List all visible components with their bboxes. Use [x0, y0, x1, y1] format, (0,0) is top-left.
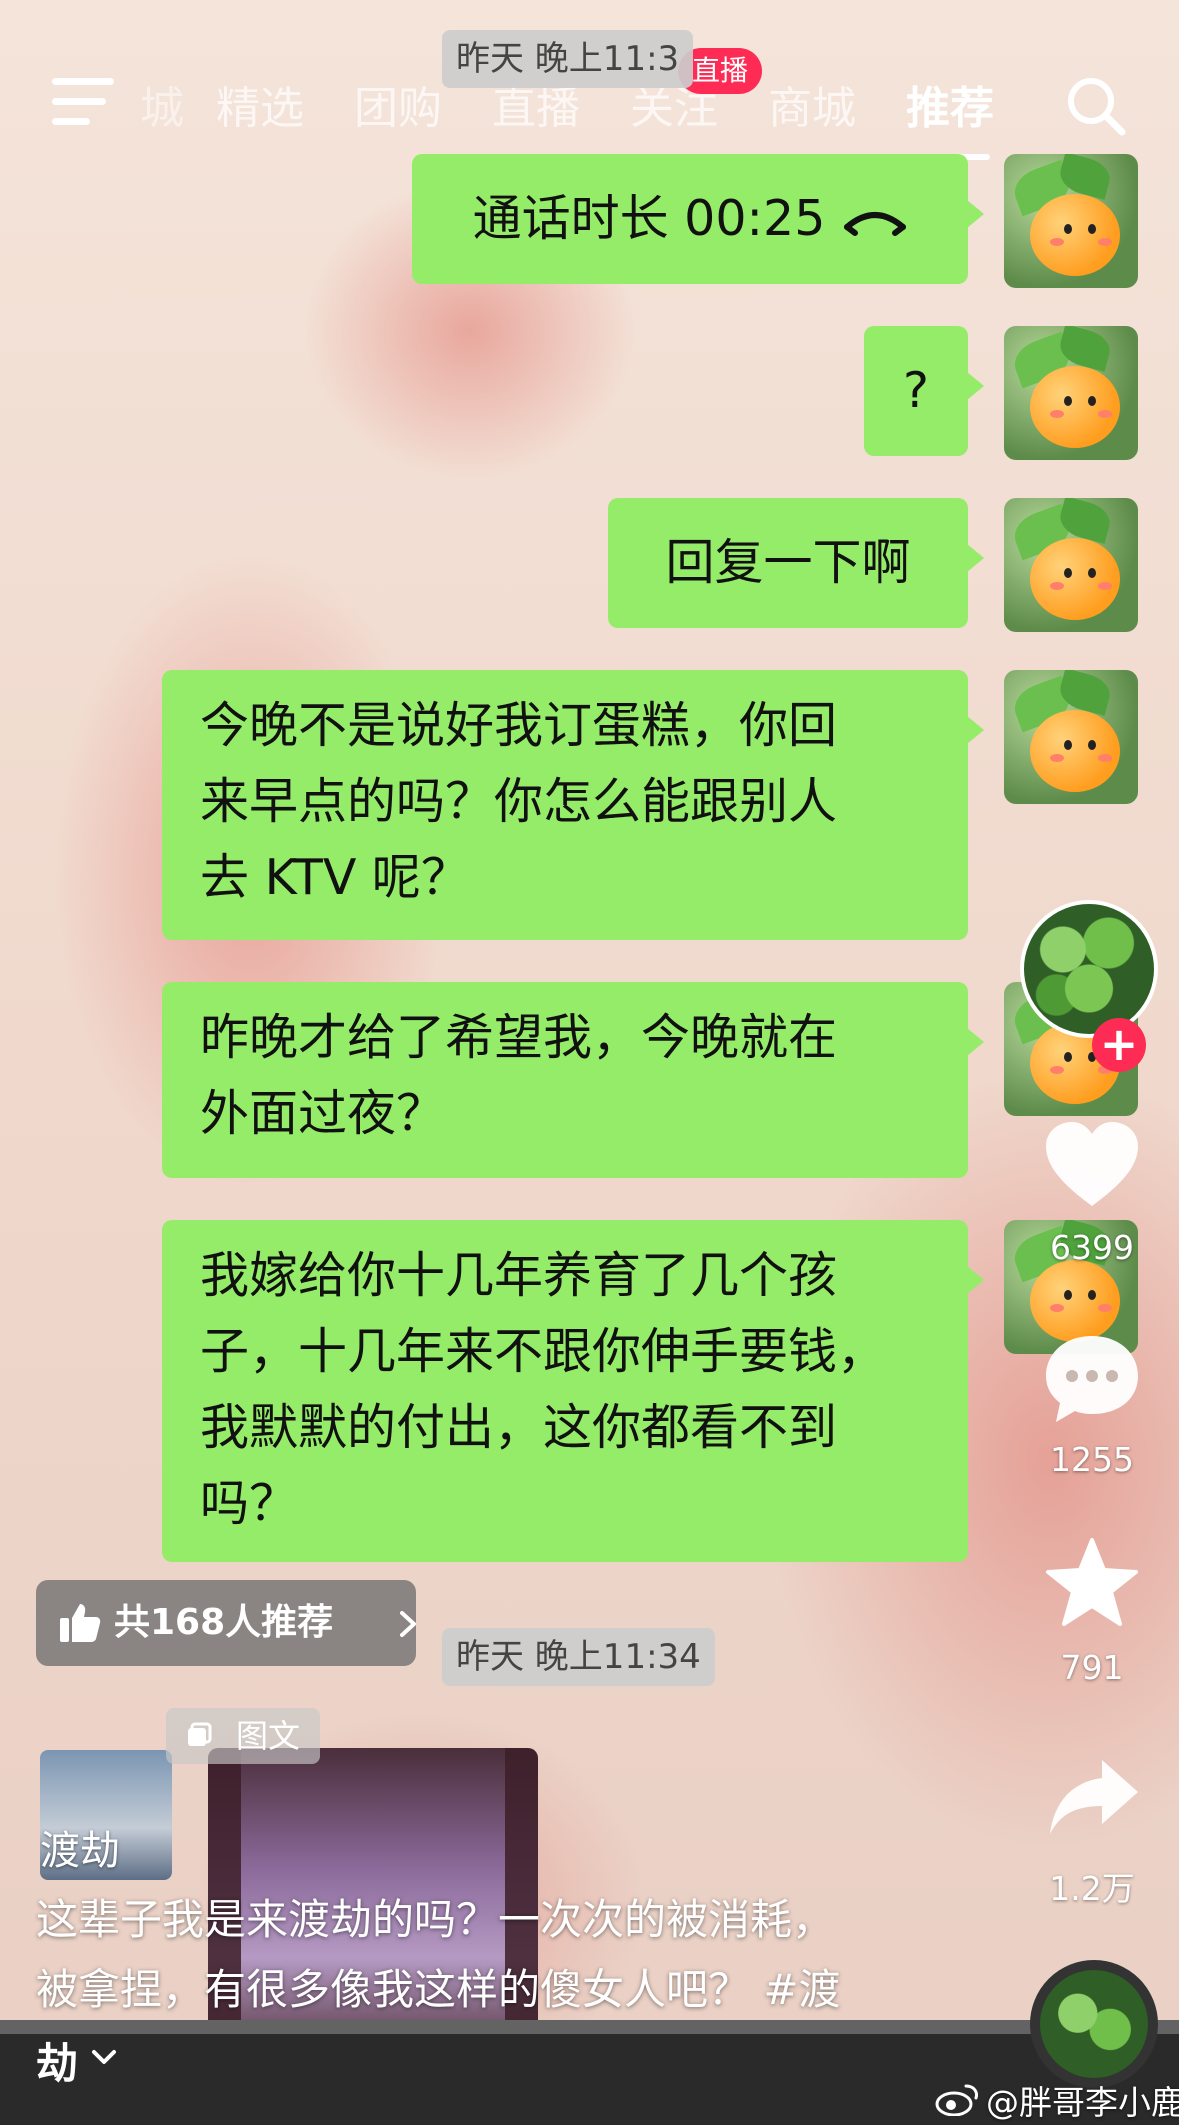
chevron-down-icon[interactable]: [90, 2048, 118, 2068]
heart-icon[interactable]: [1042, 1120, 1142, 1210]
share-count: 1.2万: [1049, 1869, 1135, 1908]
avatar[interactable]: [1004, 154, 1138, 288]
tab-mall[interactable]: 商城: [768, 72, 856, 136]
recommend-button[interactable]: 共168人推荐: [36, 1580, 416, 1666]
menu-icon[interactable]: [52, 78, 114, 126]
favorite-count: 791: [1060, 1648, 1124, 1687]
follow-button[interactable]: +: [1092, 1018, 1146, 1072]
message-line: 我嫁给你十几年养育了几个孩: [200, 1247, 838, 1304]
tab-featured[interactable]: 精选: [216, 72, 304, 136]
like-count: 6399: [1050, 1228, 1134, 1267]
message-line: 来早点的吗？你怎么能跟别人: [200, 773, 838, 830]
thumb-up-icon: [60, 1604, 101, 1642]
tag-label: 图文: [236, 1717, 301, 1755]
weibo-icon: [935, 2084, 978, 2116]
message-text: ?: [902, 362, 929, 419]
avatar[interactable]: [1004, 498, 1138, 632]
share-icon[interactable]: [1046, 1754, 1142, 1838]
tab-partial[interactable]: 城: [140, 72, 184, 136]
comment-icon[interactable]: [1040, 1330, 1144, 1426]
tab-recommend[interactable]: 推荐: [906, 72, 994, 136]
comment-count: 1255: [1050, 1440, 1134, 1479]
caption-line: 这辈子我是来渡劫的吗？一次次的被消耗，: [36, 1895, 835, 1944]
message-line: 子，十几年来不跟你伸手要钱，: [200, 1323, 887, 1380]
avatar[interactable]: [1004, 326, 1138, 460]
call-duration-text: 通话时长 00:25: [472, 190, 826, 247]
message-bubble[interactable]: 今晚不是说好我订蛋糕，你回 来早点的吗？你怎么能跟别人 去 KTV 呢？: [162, 670, 984, 940]
message-line: 今晚不是说好我订蛋糕，你回: [200, 697, 838, 754]
timestamp-top: 昨天 晚上11:3: [442, 30, 694, 88]
message-line: 昨晚才给了希望我，今晚就在: [200, 1009, 838, 1066]
hangup-icon: [844, 212, 907, 236]
search-icon[interactable]: [1064, 74, 1128, 138]
chevron-right-icon: [400, 1611, 416, 1637]
avatar[interactable]: [1004, 670, 1138, 804]
message-bubble[interactable]: ?: [864, 326, 984, 456]
call-record-bubble[interactable]: 通话时长 00:25: [412, 154, 984, 284]
timestamp-bottom: 昨天 晚上11:34: [442, 1628, 715, 1686]
message-bubble[interactable]: 回复一下啊: [608, 498, 984, 628]
message-text: 回复一下啊: [665, 534, 911, 591]
divider: [0, 2020, 1179, 2034]
message-bubble[interactable]: 昨晚才给了希望我，今晚就在 外面过夜？: [162, 982, 984, 1178]
image-text-tag: 图文: [166, 1708, 320, 1764]
thumbnail-label: 渡劫: [40, 1828, 120, 1874]
caption-line[interactable]: 被拿捏，有很多像我这样的傻女人吧？ #渡: [36, 1956, 916, 2017]
recommend-count: 共168人推荐: [114, 1602, 334, 1643]
thumbnail-card[interactable]: 渡劫: [40, 1750, 172, 1880]
message-bubble[interactable]: 我嫁给你十几年养育了几个孩 子，十几年来不跟你伸手要钱， 我默默的付出，这你都看…: [162, 1220, 984, 1562]
caption-continuation[interactable]: 劫: [36, 2030, 78, 2091]
message-line: 去 KTV 呢？: [200, 849, 470, 906]
message-line: 我默默的付出，这你都看不到: [200, 1399, 838, 1456]
message-line: 外面过夜？: [200, 1085, 446, 1142]
watermark: @胖哥李小鹿: [986, 2083, 1179, 2122]
image-text-icon: [188, 1722, 212, 1746]
music-disc[interactable]: [1030, 1960, 1158, 2088]
star-icon[interactable]: [1044, 1536, 1140, 1628]
tab-group-buy[interactable]: 团购: [354, 72, 442, 136]
message-line: 吗？: [200, 1475, 299, 1532]
